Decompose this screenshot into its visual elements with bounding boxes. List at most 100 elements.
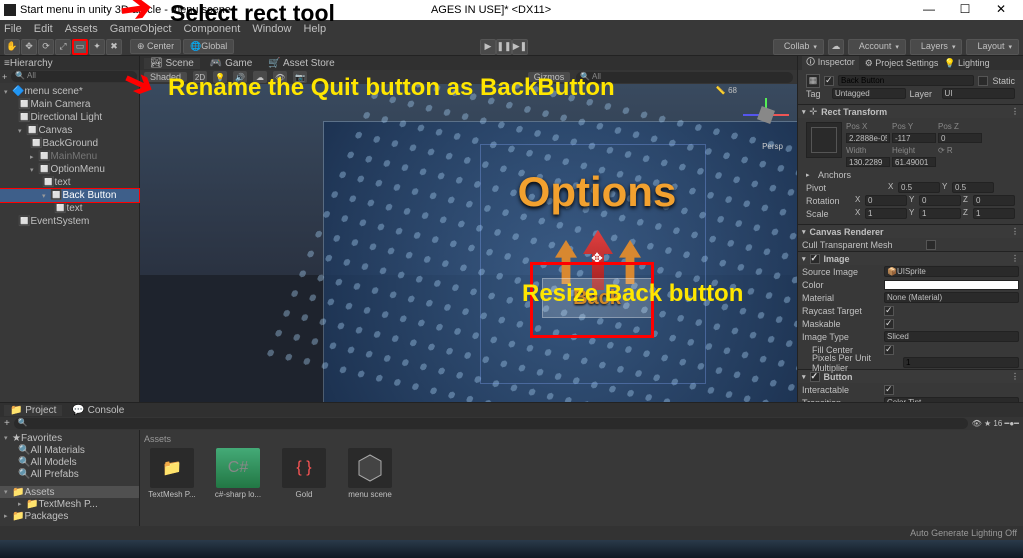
hierarchy-add-button[interactable]: +	[2, 72, 7, 82]
orientation-gizmo[interactable]	[743, 92, 789, 138]
pos-x-input[interactable]	[846, 133, 890, 143]
scene-audio-toggle[interactable]: 🔊	[233, 71, 247, 83]
hierarchy-item-text-1[interactable]: 🔲 text	[0, 176, 139, 189]
image-enable-toggle[interactable]	[810, 254, 820, 264]
menu-file[interactable]: File	[4, 23, 22, 35]
tool-hand[interactable]: ✋	[4, 39, 20, 55]
gear-icon[interactable]: ⋮	[1011, 107, 1019, 116]
layout-dropdown[interactable]: Layout	[966, 39, 1019, 55]
pos-y-input[interactable]	[892, 133, 936, 143]
draw-mode-dropdown[interactable]: Shaded	[144, 72, 187, 82]
menu-component[interactable]: Component	[183, 23, 240, 35]
window-close-button[interactable]: ✕	[983, 1, 1019, 19]
hierarchy-item-optionmenu[interactable]: ▾🔲 OptionMenu	[0, 163, 139, 176]
project-breadcrumb[interactable]: Assets	[144, 434, 1019, 444]
pivot-x-input[interactable]	[898, 182, 940, 193]
interactable-toggle[interactable]	[884, 385, 894, 395]
menu-help[interactable]: Help	[303, 23, 326, 35]
pivot-mode-toggle[interactable]: ⊕ Center	[130, 39, 181, 54]
hierarchy-search-input[interactable]: 🔍 All	[11, 71, 137, 82]
scale-z-input[interactable]	[973, 208, 1015, 219]
gear-icon[interactable]: ⋮	[1011, 254, 1019, 263]
width-input[interactable]	[846, 157, 890, 167]
hierarchy-item-background[interactable]: 🔲 BackGround	[0, 137, 139, 150]
project-tree-favorites[interactable]: ▾★ Favorites	[0, 432, 139, 444]
layers-dropdown[interactable]: Layers	[910, 39, 963, 55]
hierarchy-scene-row[interactable]: ▾🔷 menu scene*	[0, 85, 139, 98]
gear-icon[interactable]: ⋮	[1011, 372, 1019, 381]
component-header-rect-transform[interactable]: ▾⊹ Rect Transform⋮	[798, 104, 1023, 118]
pause-button[interactable]: ❚❚	[496, 39, 512, 55]
gear-icon[interactable]: ⋮	[1011, 227, 1019, 236]
gameobject-name-input[interactable]	[838, 75, 974, 86]
scale-x-input[interactable]	[865, 208, 907, 219]
source-image-field[interactable]: 📦UISprite	[884, 266, 1019, 277]
scene-camera-toggle[interactable]: 📷	[293, 71, 307, 83]
tab-inspector[interactable]: 🛈 Inspector	[802, 56, 859, 71]
hierarchy-item-canvas[interactable]: ▾🔲 Canvas	[0, 124, 139, 137]
tool-custom[interactable]: ✖	[106, 39, 122, 55]
tab-scene[interactable]: 🏞 Scene	[144, 58, 200, 69]
static-toggle[interactable]	[978, 76, 988, 86]
menu-edit[interactable]: Edit	[34, 23, 53, 35]
tool-scale[interactable]: ⤢	[55, 39, 71, 55]
hierarchy-item-eventsystem[interactable]: 🔲 EventSystem	[0, 215, 139, 228]
tab-game[interactable]: 🎮 Game	[204, 58, 258, 69]
height-input[interactable]	[892, 157, 936, 167]
ppu-input[interactable]	[903, 357, 1019, 368]
anchors-label[interactable]: Anchors	[818, 170, 896, 180]
raycast-toggle[interactable]	[884, 306, 894, 316]
component-header-canvas-renderer[interactable]: ▾Canvas Renderer⋮	[798, 224, 1023, 238]
tool-move[interactable]: ✥	[21, 39, 37, 55]
scene-viewport[interactable]: Options ✥ Back Persp 📏 68	[140, 84, 797, 402]
fill-center-toggle[interactable]	[884, 345, 894, 355]
play-button[interactable]: ▶	[480, 39, 496, 55]
window-minimize-button[interactable]: —	[911, 1, 947, 19]
project-tree-all-models[interactable]: 🔍 All Models	[0, 456, 139, 468]
scene-vis-toggle[interactable]: 👁	[273, 71, 287, 83]
menu-window[interactable]: Window	[252, 23, 291, 35]
cloud-button[interactable]: ☁	[828, 39, 844, 55]
pos-z-input[interactable]	[938, 133, 982, 143]
layer-dropdown[interactable]: UI	[942, 88, 1016, 99]
rot-y-input[interactable]	[919, 195, 961, 206]
project-search-input[interactable]: 🔍	[14, 418, 968, 429]
menu-assets[interactable]: Assets	[65, 23, 98, 35]
material-field[interactable]: None (Material)	[884, 292, 1019, 303]
scene-search-input[interactable]: 🔍 All	[576, 72, 793, 83]
transition-dropdown[interactable]: Color Tint	[884, 397, 1019, 402]
hierarchy-item-directional-light[interactable]: 🔲 Directional Light	[0, 111, 139, 124]
hierarchy-tab[interactable]: ≡ Hierarchy	[0, 56, 139, 70]
project-tree-all-prefabs[interactable]: 🔍 All Prefabs	[0, 468, 139, 480]
project-add-button[interactable]: +	[4, 418, 10, 429]
os-taskbar[interactable]	[0, 540, 1023, 558]
rot-z-input[interactable]	[973, 195, 1015, 206]
project-tree-packages[interactable]: ▸📁 Packages	[0, 510, 139, 522]
back-button-ui[interactable]: Back	[542, 278, 652, 318]
project-tree-assets[interactable]: ▾📁 Assets	[0, 486, 139, 498]
anchor-preset-button[interactable]	[806, 122, 842, 158]
tab-project-settings[interactable]: ⚙ Project Settings	[865, 58, 939, 69]
tool-rotate[interactable]: ⟳	[38, 39, 54, 55]
image-color-field[interactable]	[884, 280, 1019, 290]
account-dropdown[interactable]: Account	[848, 39, 906, 55]
asset-csharp-logo[interactable]: C#c#-sharp lo...	[210, 448, 266, 499]
tag-dropdown[interactable]: Untagged	[832, 88, 906, 99]
tool-transform[interactable]: ✦	[89, 39, 105, 55]
window-maximize-button[interactable]: ☐	[947, 1, 983, 19]
image-type-dropdown[interactable]: Sliced	[884, 331, 1019, 342]
asset-menu-scene[interactable]: menu scene	[342, 448, 398, 499]
button-enable-toggle[interactable]	[810, 372, 820, 382]
gameobject-active-toggle[interactable]	[824, 76, 834, 86]
hierarchy-item-back-button[interactable]: ▾🔲 Back Button	[0, 189, 139, 202]
gizmos-dropdown[interactable]: Gizmos	[528, 72, 571, 82]
tab-asset-store[interactable]: 🛒 Asset Store	[262, 58, 340, 69]
asset-folder-textmesh[interactable]: 📁TextMesh P...	[144, 448, 200, 499]
project-tree-textmesh[interactable]: ▸📁 TextMesh P...	[0, 498, 139, 510]
scene-light-toggle[interactable]: 💡	[213, 71, 227, 83]
collab-dropdown[interactable]: Collab	[773, 39, 824, 55]
asset-gold[interactable]: { }Gold	[276, 448, 332, 499]
component-header-image[interactable]: ▾Image⋮	[798, 251, 1023, 265]
scale-y-input[interactable]	[919, 208, 961, 219]
scene-fx-toggle[interactable]: ☁	[253, 71, 267, 83]
